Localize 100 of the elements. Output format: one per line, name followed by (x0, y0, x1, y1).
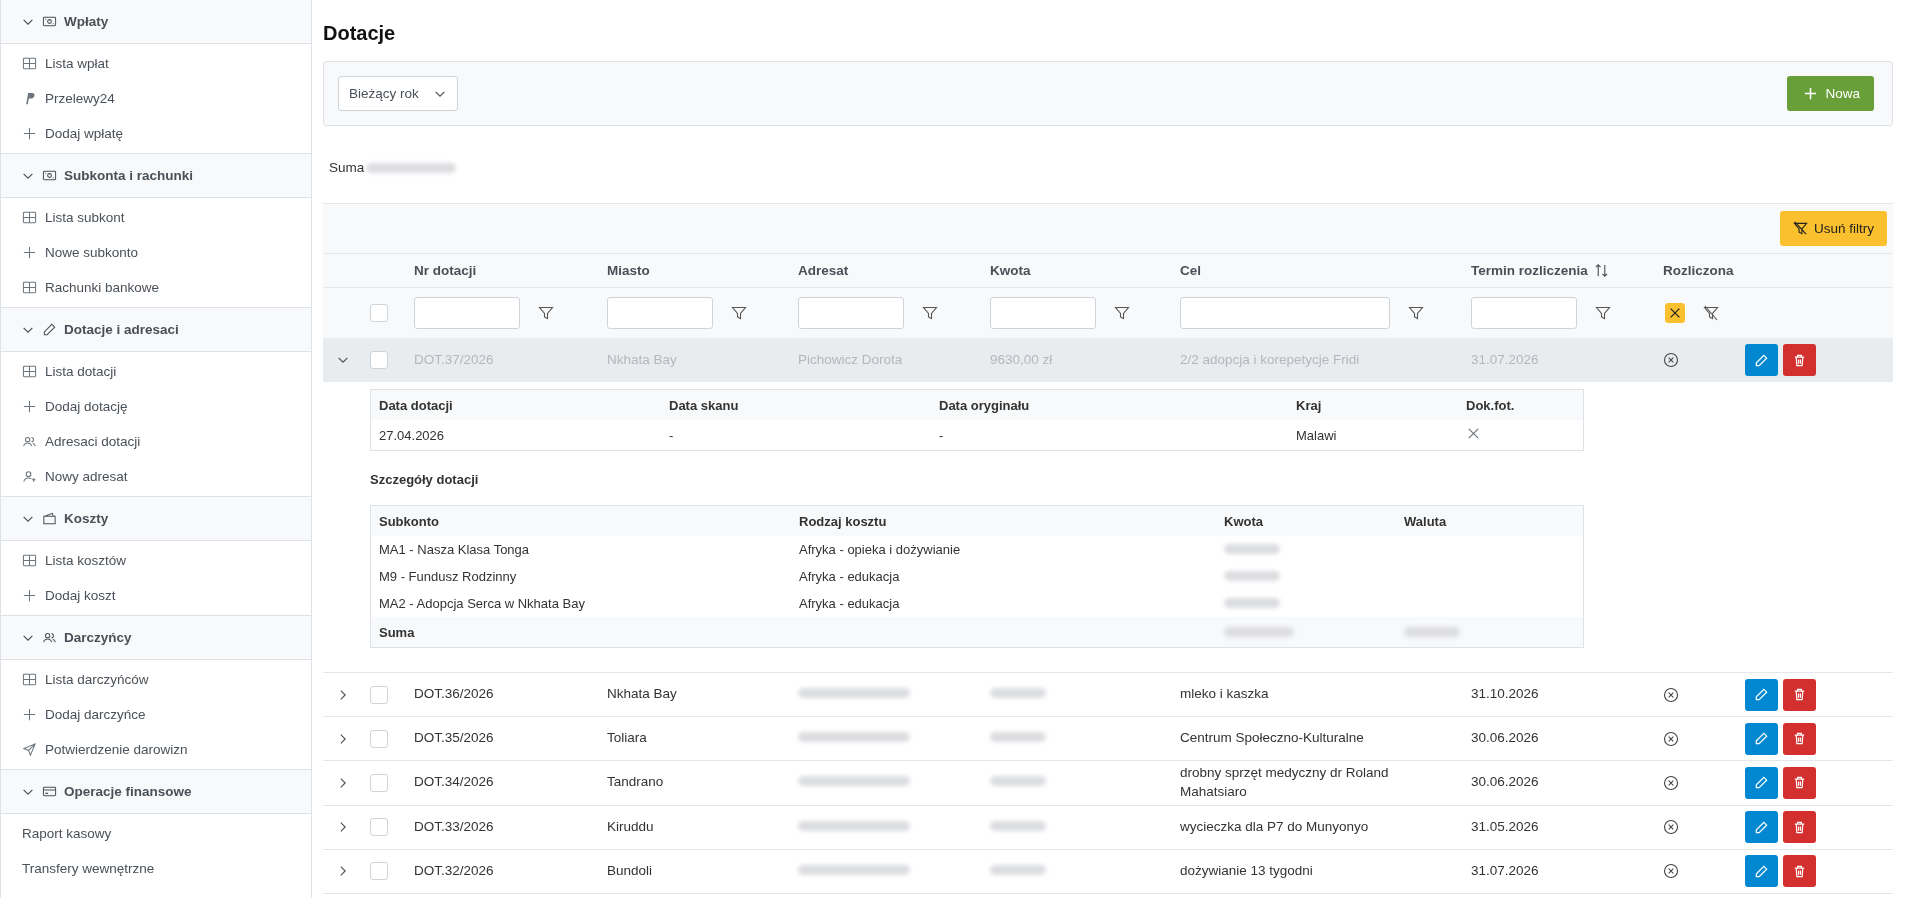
column-header: Data dotacji (379, 397, 454, 413)
edit-button[interactable] (1745, 855, 1778, 888)
period-dropdown[interactable]: Bieżący rok (338, 76, 458, 111)
delete-button[interactable] (1783, 722, 1816, 755)
table-cell: 30.06.2026 (1471, 730, 1539, 746)
sidebar-item[interactable]: Dodaj wpłatę (1, 116, 311, 151)
blurred-text (1404, 626, 1460, 637)
sidebar-item-label: Dodaj wpłatę (45, 126, 124, 141)
clear-filters-button[interactable]: Usuń filtry (1780, 211, 1887, 246)
row-checkbox[interactable] (370, 685, 388, 704)
delete-button[interactable] (1783, 344, 1816, 376)
trash-icon (1792, 731, 1807, 746)
sidebar-item[interactable]: Rachunki bankowe (1, 270, 311, 305)
sidebar-item[interactable]: Transfery wewnętrzne (1, 851, 311, 886)
delete-button[interactable] (1783, 811, 1816, 844)
edit-button[interactable] (1745, 678, 1778, 711)
filter-icon[interactable] (1595, 305, 1611, 321)
sidebar-item[interactable]: Nowe subkonto (1, 235, 311, 270)
sidebar-item-label: Lista darczyńców (45, 672, 149, 687)
edit-button[interactable] (1745, 722, 1778, 755)
row-checkbox[interactable] (370, 729, 388, 748)
filter-input[interactable] (1180, 297, 1390, 329)
banknote-icon (42, 168, 57, 183)
sidebar-item[interactable]: Dodaj koszt (1, 578, 311, 613)
row-checkbox[interactable] (370, 862, 388, 881)
plus-icon (22, 245, 37, 260)
trash-icon (1792, 352, 1807, 368)
table-cell-text: Afryka - edukacja (799, 596, 901, 611)
table-cell-text: 27.04.2026 (379, 427, 446, 443)
sidebar-section-header[interactable]: Koszty (1, 496, 311, 541)
page-title: Dotacje (323, 22, 397, 45)
row-checkbox[interactable] (370, 773, 388, 792)
edit-button[interactable] (1745, 344, 1778, 376)
filter-icon[interactable] (1408, 305, 1424, 321)
table-icon (22, 210, 37, 225)
filter-off-icon[interactable] (1703, 305, 1719, 321)
sidebar-item[interactable]: Raport kasowy (1, 816, 311, 851)
trash-icon (1792, 819, 1807, 835)
filter-input[interactable] (1471, 297, 1577, 329)
filter-icon[interactable] (922, 305, 938, 321)
table-cell-text: Afryka - opieka i dożywianie (799, 542, 962, 557)
column-header: Rodzaj kosztu (799, 513, 888, 529)
filter-icon[interactable] (731, 305, 747, 321)
blurred-text (990, 864, 1046, 875)
plus-icon (22, 399, 37, 414)
sidebar-item[interactable]: Lista subkont (1, 200, 311, 235)
sidebar-section-header[interactable]: Operacje finansowe (1, 769, 311, 814)
sidebar-item[interactable]: Dodaj darczyńce (1, 697, 311, 732)
filter-input[interactable] (414, 297, 520, 329)
sidebar-item-label: Przelewy24 (45, 91, 115, 106)
column-header: Kwota (990, 263, 1031, 278)
users-icon (22, 434, 37, 449)
filter-input[interactable] (607, 297, 713, 329)
table-cell: DOT.35/2026 (414, 730, 494, 746)
table-cell-text: Malawi (1296, 427, 1338, 443)
sidebar-section-header[interactable]: Darczyńcy (1, 615, 311, 660)
table-icon (22, 672, 37, 687)
wallet-icon (42, 511, 57, 526)
sidebar-item-label: Adresaci dotacji (45, 434, 141, 449)
sidebar-item[interactable]: Przelewy24 (1, 81, 311, 116)
sidebar-item[interactable]: Dodaj dotację (1, 389, 311, 424)
row-checkbox[interactable] (370, 818, 388, 837)
sidebar-item[interactable]: Adresaci dotacji (1, 424, 311, 459)
filter-icon[interactable] (538, 305, 554, 321)
delete-button[interactable] (1783, 855, 1816, 888)
blurred-text (990, 688, 1046, 699)
filter-icon[interactable] (1114, 305, 1130, 321)
sidebar-item-label: Lista subkont (45, 210, 125, 225)
sidebar-item-label: Potwierdzenie darowizn (45, 742, 188, 757)
column-header: Waluta (1404, 513, 1448, 529)
sidebar-section-header[interactable]: Subkonta i rachunki (1, 153, 311, 198)
row-checkbox[interactable] (370, 351, 388, 369)
select-all-checkbox[interactable] (370, 304, 388, 322)
sidebar-item[interactable]: Lista dotacji (1, 354, 311, 389)
sidebar-item[interactable]: Lista wpłat (1, 46, 311, 81)
table-cell: Nkhata Bay (607, 686, 677, 702)
blurred-text (990, 820, 1046, 831)
plus-icon (22, 126, 37, 141)
sum-label: Suma (329, 160, 365, 175)
column-header: Cel (1180, 263, 1201, 278)
table-cell: mleko i kaszka (1180, 686, 1269, 702)
edit-button[interactable] (1745, 766, 1778, 799)
sidebar-section-header[interactable]: Dotacje i adresaci (1, 307, 311, 352)
filter-input[interactable] (990, 297, 1096, 329)
edit-button[interactable] (1745, 811, 1778, 844)
filter-input[interactable] (798, 297, 904, 329)
delete-button[interactable] (1783, 678, 1816, 711)
sidebar-item[interactable]: Lista darczyńców (1, 662, 311, 697)
column-header[interactable]: Termin rozliczenia (1471, 263, 1588, 278)
sidebar-item[interactable]: Potwierdzenie darowizn (1, 732, 311, 767)
table-cell-text: - (669, 427, 675, 443)
send-icon (22, 742, 37, 757)
sidebar-item[interactable]: Nowy adresat (1, 459, 311, 494)
sidebar-item[interactable]: Lista kosztów (1, 543, 311, 578)
sort-icon[interactable] (1593, 263, 1609, 278)
plus-icon (22, 588, 37, 603)
sidebar-item-label: Dodaj dotację (45, 399, 128, 414)
section-title: Wpłaty (64, 14, 109, 29)
sidebar-section-header[interactable]: Wpłaty (1, 0, 311, 44)
delete-button[interactable] (1783, 766, 1816, 799)
